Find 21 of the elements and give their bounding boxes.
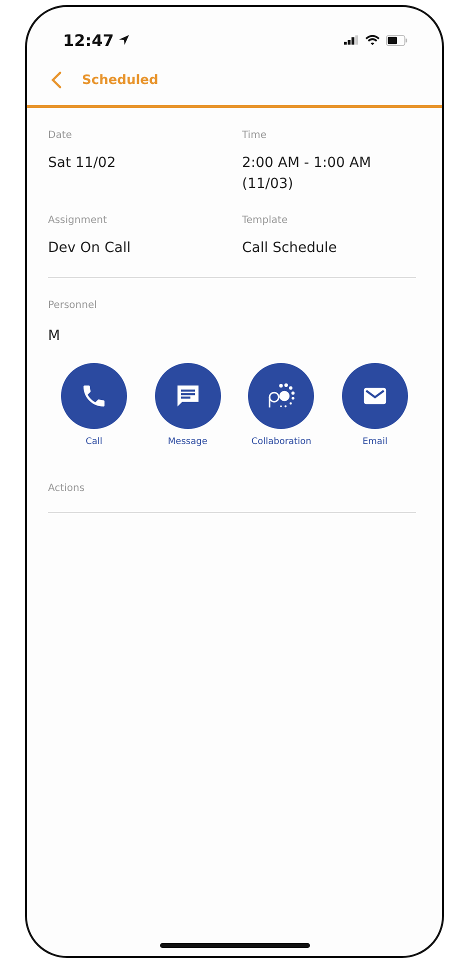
section-label: Personnel bbox=[48, 300, 97, 311]
field-label: Time bbox=[242, 130, 266, 141]
field-value: Call Schedule bbox=[242, 239, 337, 258]
action-label: Call bbox=[86, 437, 102, 447]
signal-icon bbox=[344, 35, 359, 45]
section-label: Actions bbox=[48, 483, 85, 494]
field-label: Assignment bbox=[48, 215, 107, 226]
personnel-name: M bbox=[48, 327, 60, 346]
battery-icon bbox=[386, 34, 408, 46]
header-title: Scheduled bbox=[82, 72, 158, 88]
action-label: Message bbox=[168, 437, 208, 447]
field-value: 2:00 AM - 1:00 AM (11/03) bbox=[242, 154, 372, 194]
field-value: Dev On Call bbox=[48, 239, 131, 258]
action-label: Collaboration bbox=[251, 437, 312, 447]
field-label: Template bbox=[242, 215, 288, 226]
action-label: Email bbox=[362, 437, 388, 447]
field-value: Sat 11/02 bbox=[48, 154, 116, 173]
wifi-icon bbox=[365, 34, 380, 46]
field-label: Date bbox=[48, 130, 72, 141]
status-time: 12:47 bbox=[63, 30, 114, 50]
location-icon bbox=[118, 34, 130, 46]
